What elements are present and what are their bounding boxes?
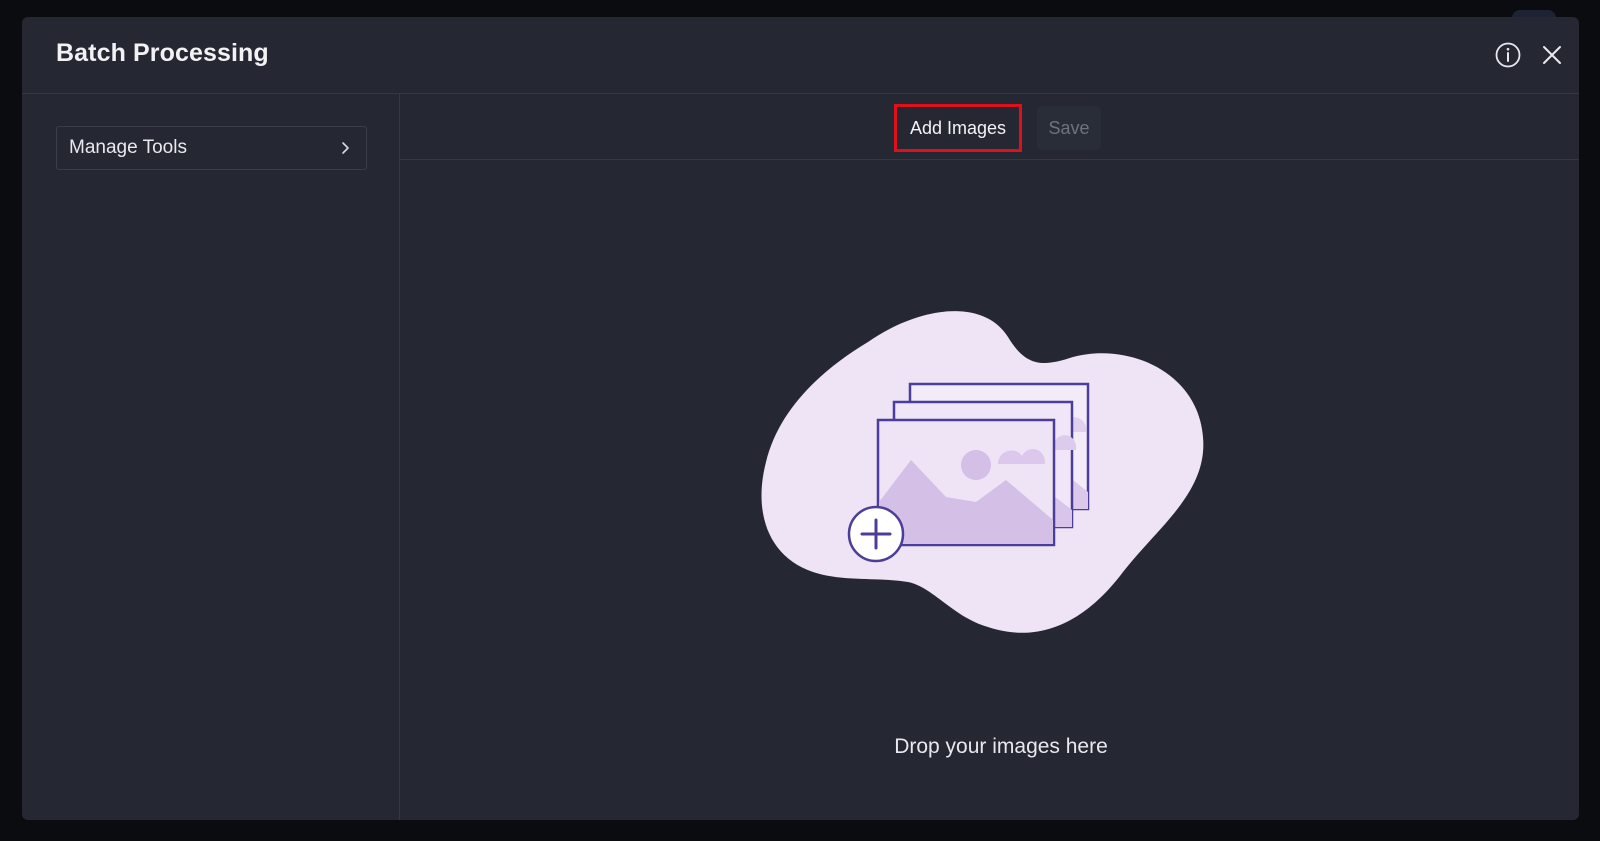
save-button[interactable]: Save bbox=[1037, 106, 1101, 150]
manage-tools-button[interactable]: Manage Tools bbox=[56, 126, 367, 170]
chevron-right-icon bbox=[338, 140, 354, 156]
batch-processing-dialog: Batch Processing Manage Tools Add Images… bbox=[22, 17, 1579, 820]
toolbar: Add Images Save bbox=[400, 94, 1579, 160]
add-images-illustration-icon bbox=[761, 311, 1204, 633]
drop-images-text: Drop your images here bbox=[894, 735, 1108, 758]
close-button[interactable] bbox=[1535, 38, 1569, 72]
manage-tools-label: Manage Tools bbox=[69, 137, 187, 158]
info-icon bbox=[1495, 42, 1521, 68]
dialog-title: Batch Processing bbox=[56, 39, 269, 67]
close-icon bbox=[1543, 46, 1561, 64]
dialog-header: Batch Processing bbox=[22, 17, 1579, 94]
main-panel: Add Images Save Drop your images here bbox=[400, 94, 1579, 820]
image-drop-zone[interactable]: Drop your images here bbox=[400, 160, 1579, 820]
tools-sidebar: Manage Tools bbox=[22, 94, 400, 820]
info-button[interactable] bbox=[1491, 38, 1525, 72]
add-images-button[interactable]: Add Images bbox=[894, 104, 1022, 152]
